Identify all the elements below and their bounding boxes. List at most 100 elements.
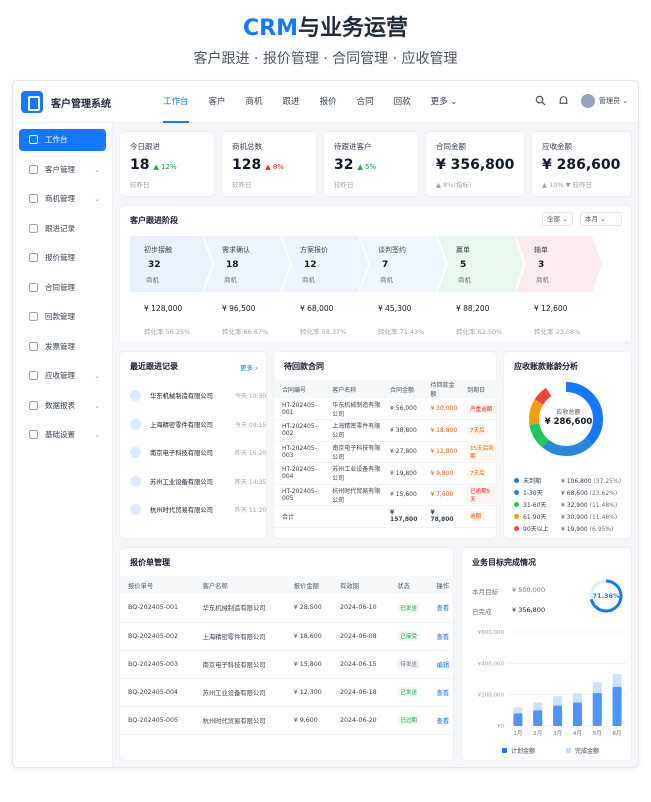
view-link[interactable]: 查看: [437, 690, 450, 697]
goal-done-value: ¥ 356,800: [512, 606, 546, 614]
table-row[interactable]: BQ-202405-005 杭州时代贸易有限公司 ¥ 9,600 2024-06-20…: [120, 706, 455, 735]
stage-initial-contact[interactable]: 初步接触 32 商机: [130, 236, 210, 292]
stage-unit: 商机: [380, 276, 393, 284]
bar-done: [533, 710, 543, 726]
stage-filter-select[interactable]: 全部 ⌄: [542, 212, 573, 226]
chevron-down-icon: ⌄: [94, 195, 100, 203]
sidebar-item-settings[interactable]: 基础设置 ⌄: [19, 424, 106, 446]
col-header: 客户名称: [324, 380, 383, 398]
quote-no: BQ-202405-001: [120, 594, 195, 623]
period-filter-select[interactable]: 本月 ⌄: [580, 212, 622, 226]
stage-card: 客户跟进阶段 全部 ⌄ 本月 ⌄ 初步接触 32 商机 需求确认 18 商机 方案报价 1…: [119, 205, 632, 343]
sidebar-item-receivables[interactable]: 应收管理 ⌄: [19, 365, 106, 387]
stage-name: 初步接触: [144, 246, 172, 254]
sidebar-item-invoices[interactable]: 发票管理: [19, 336, 106, 358]
nav-item-quotes[interactable]: 报价: [320, 81, 337, 123]
nav-item-contracts[interactable]: 合同: [357, 81, 374, 123]
nav-item-customers[interactable]: 客户: [209, 81, 226, 123]
kpi-card-contract-amount[interactable]: 合同金额 ¥ 356,800 ▲ 8%(指标): [425, 131, 525, 197]
stage-won[interactable]: 赢单 5 商机: [442, 236, 522, 292]
table-row[interactable]: BQ-202405-004 苏州工业设备有限公司 ¥ 12,300 2024-06-1…: [120, 678, 455, 707]
sidebar-item-customers[interactable]: 客户管理 ⌄: [19, 159, 106, 181]
stage-lost[interactable]: 输单 3 商机: [520, 236, 600, 292]
legend-dot: [514, 490, 519, 495]
table-row[interactable]: BQ-202405-001 华东机械制造有限公司 ¥ 28,500 2024-06-1…: [120, 594, 455, 623]
view-link[interactable]: 查看: [437, 634, 450, 641]
nav-item-followups[interactable]: 跟进: [283, 81, 300, 123]
nav-item-more[interactable]: 更多 ⌄: [431, 81, 458, 123]
kpi-title: 今日跟进: [130, 142, 160, 151]
recent-more-link[interactable]: 更多 ›: [240, 362, 258, 372]
sidebar-item-label: 商机管理: [45, 194, 75, 203]
sidebar-item-contracts[interactable]: 合同管理: [19, 277, 106, 299]
workbench-icon: [29, 135, 38, 144]
bell-icon[interactable]: [558, 95, 569, 106]
bar-done: [513, 713, 523, 726]
kpi-delta: ▲ 8%: [265, 163, 284, 171]
user-menu[interactable]: 管理员 ⌄: [599, 96, 628, 106]
list-item[interactable]: 南京电子科技有限公司 昨天 16:20: [120, 439, 268, 468]
search-icon[interactable]: [535, 95, 546, 106]
table-row[interactable]: HT-202405-002 上海精密零件有限公司 ¥ 38,800 ¥ 18,800 7…: [274, 419, 498, 442]
edit-link[interactable]: 编辑: [437, 662, 450, 669]
table-row[interactable]: HT-202405-004 苏州工业设备有限公司 ¥ 19,800 ¥ 9,800 7天…: [274, 462, 498, 485]
sidebar-item-payments[interactable]: 回款管理: [19, 306, 106, 328]
goal-card: 业务目标完成情况 本月目标 ¥ 500,000 已完成 ¥ 356,800 71…: [461, 547, 632, 761]
pending-contracts-card: 待回款合同 合同编号 客户名称 合同金额 待回款金额 到期日 HT-202405…: [273, 351, 498, 539]
nav-item-opportunities[interactable]: 商机: [246, 81, 263, 123]
quote-no: BQ-202405-004: [120, 678, 195, 707]
kpi-card-pending-customers[interactable]: 待跟进客户 32 ▲ 5% 较昨日: [323, 131, 419, 197]
kpi-card-today-followups[interactable]: 今日跟进 18 ▲ 12% 较昨日: [119, 131, 215, 197]
contract-amount: ¥ 56,000: [382, 398, 423, 420]
stage-negotiation[interactable]: 谈判签约 7 商机: [364, 236, 444, 292]
stage-proposal[interactable]: 方案报价 12 商机: [286, 236, 366, 292]
quote-op-cell: 查看: [428, 594, 455, 623]
table-row[interactable]: HT-202405-001 华东机械制造有限公司 ¥ 56,000 ¥ 30,000 严…: [274, 398, 498, 420]
legend-dot: [514, 514, 519, 519]
nav-item-workbench[interactable]: 工作台: [163, 81, 189, 123]
y-tick-label: ¥600,000: [478, 630, 505, 636]
contract-due-amount: ¥ 30,000: [422, 398, 460, 420]
recent-followups-card: 最近跟进记录 更多 › 华东机械制造有限公司 今天 10:30 上海精密零件有限公…: [119, 351, 267, 539]
sidebar-item-label: 应收管理: [45, 371, 75, 380]
stage-count: 12: [304, 260, 317, 270]
table-row[interactable]: BQ-202405-003 南京电子科技有限公司 ¥ 15,800 2024-06-1…: [120, 650, 455, 679]
x-tick-label: 2月: [533, 730, 542, 737]
view-link[interactable]: 查看: [437, 605, 450, 612]
legend-pct: (23.62%): [589, 490, 618, 497]
list-item[interactable]: 苏州工业设备有限公司 昨天 14:35: [120, 468, 268, 497]
sidebar-item-workbench[interactable]: 工作台: [19, 129, 106, 151]
nav-item-payments[interactable]: 回款: [394, 81, 411, 123]
status-badge: 已发送: [397, 602, 420, 613]
kpi-subtext: ▲ 10% ▼ 较昨日: [542, 181, 593, 189]
list-item[interactable]: 上海精密零件有限公司 今天 09:15: [120, 411, 268, 440]
quote-valid: 2024-06-10: [332, 594, 390, 623]
chart-legend-done: 完成金额: [566, 746, 599, 755]
kpi-card-opportunities[interactable]: 商机总数 128 ▲ 8% 较昨日: [221, 131, 317, 197]
contract-due-amount: ¥ 9,800: [422, 462, 460, 485]
total-amount: ¥ 157,800: [382, 505, 423, 528]
stage-unit: 商机: [302, 276, 315, 284]
col-header: 报价金额: [285, 576, 333, 594]
recent-company: 苏州工业设备有限公司: [150, 478, 213, 486]
table-row[interactable]: BQ-202405-002 上海精密零件有限公司 ¥ 18,600 2024-06-0…: [120, 622, 455, 651]
status-badge: 逾期: [467, 511, 485, 522]
list-item[interactable]: 杭州时代贸易有限公司 昨天 11:20: [120, 496, 268, 525]
sidebar-item-reports[interactable]: 数据报表 ⌄: [19, 395, 106, 417]
legend-name: 31-60天: [523, 502, 547, 509]
view-link[interactable]: 查看: [437, 718, 450, 725]
sidebar-item-followups[interactable]: 跟进记录: [19, 218, 106, 240]
goal-percent: 71.36%: [592, 592, 620, 600]
table-row[interactable]: HT-202405-005 杭州时代贸易有限公司 ¥ 15,600 ¥ 7,600 已逾…: [274, 484, 498, 506]
list-item[interactable]: 华东机械制造有限公司 今天 10:30: [120, 382, 268, 411]
avatar[interactable]: [581, 94, 595, 108]
contract-no: HT-202405-005: [274, 484, 325, 506]
x-tick-label: 1月: [513, 730, 522, 737]
sidebar-item-quotes[interactable]: 报价管理: [19, 247, 106, 269]
goal-done-label: 已完成: [472, 608, 492, 616]
sidebar-item-opportunities[interactable]: 商机管理 ⌄: [19, 188, 106, 210]
stage-needs-confirm[interactable]: 需求确认 18 商机: [208, 236, 288, 292]
table-row[interactable]: HT-202405-003 南京电子科技有限公司 ¥ 27,800 ¥ 12,800 1…: [274, 441, 498, 463]
stage-name: 赢单: [456, 246, 470, 254]
kpi-card-receivable-amount[interactable]: 应收金额 ¥ 286,600 ▲ 10% ▼ 较昨日: [531, 131, 632, 197]
